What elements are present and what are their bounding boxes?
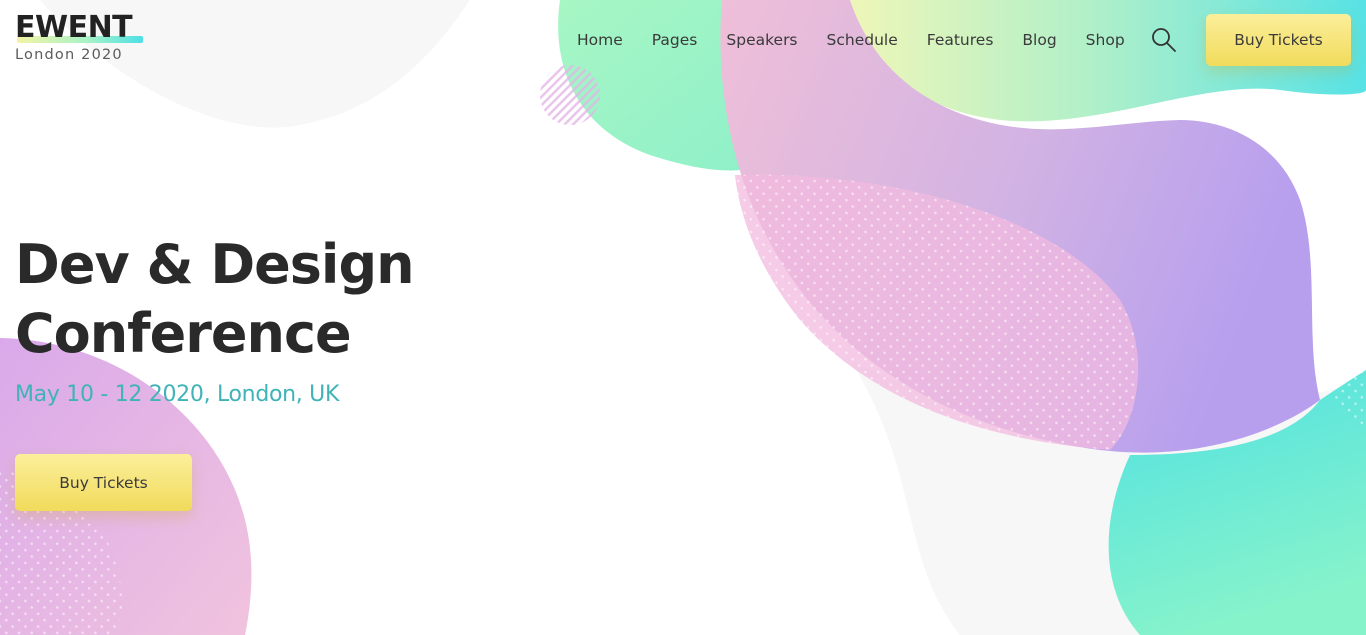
hero-buy-tickets-button[interactable]: Buy Tickets [15,454,192,511]
header-buy-tickets-button[interactable]: Buy Tickets [1206,14,1351,66]
logo-text: EWENT [15,10,133,45]
hero-title: Dev & Design Conference [15,230,415,368]
nav-item-shop[interactable]: Shop [1086,29,1125,51]
nav-item-home[interactable]: Home [577,29,623,51]
nav-item-blog[interactable]: Blog [1022,29,1056,51]
hero-section: Dev & Design Conference May 10 - 12 2020… [15,230,415,407]
site-logo[interactable]: EWENT London 2020 [15,10,143,63]
nav-item-schedule[interactable]: Schedule [827,29,898,51]
main-nav: Home Pages Speakers Schedule Features Bl… [577,29,1125,51]
logo-tagline: London 2020 [15,47,123,63]
hero-title-line-1: Dev & Design [15,233,415,296]
nav-item-pages[interactable]: Pages [652,29,698,51]
search-icon[interactable] [1150,26,1178,54]
nav-item-speakers[interactable]: Speakers [726,29,797,51]
hero-subtitle: May 10 - 12 2020, London, UK [15,382,340,407]
nav-item-features[interactable]: Features [927,29,994,51]
logo-wordmark: EWENT [15,10,143,46]
hero-title-line-2: Conference [15,302,352,365]
